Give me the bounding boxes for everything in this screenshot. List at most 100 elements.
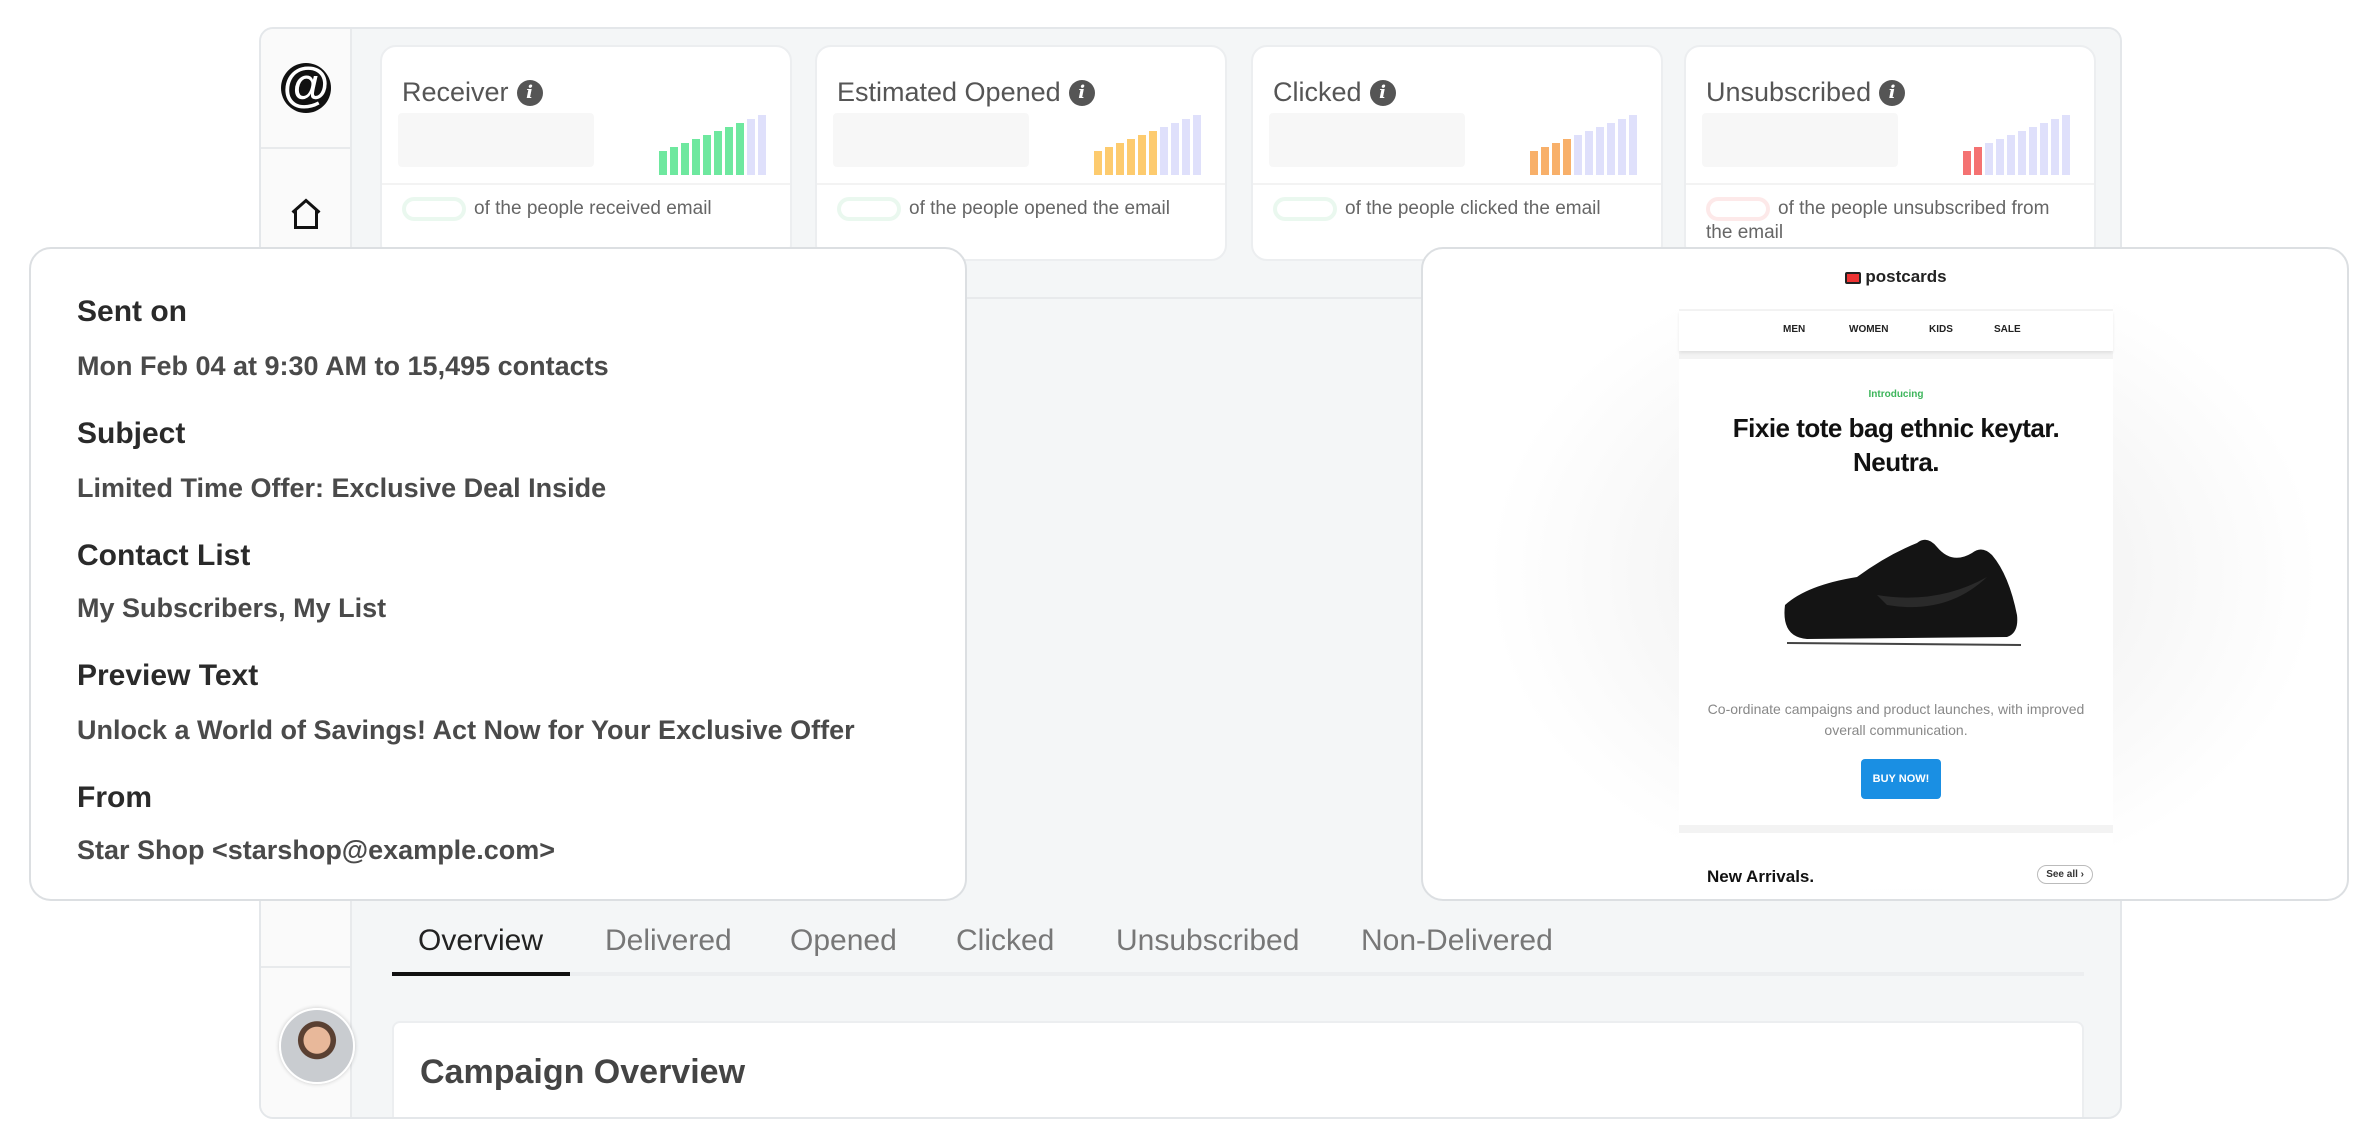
tab-opened[interactable]: Opened (790, 924, 897, 958)
new-arrivals-section: New Arrivals. See all › (1679, 833, 2113, 889)
bar (2062, 115, 2070, 175)
stat-caption-text: of the people opened the email (909, 198, 1170, 220)
bar (1105, 147, 1113, 175)
email-header: postcards (1679, 249, 2113, 309)
divider (261, 966, 352, 968)
bar (692, 139, 700, 175)
bar (1974, 147, 1982, 175)
intro-label: Introducing (1868, 389, 1924, 400)
postcard-icon (1845, 271, 1862, 284)
buy-now-button[interactable]: BUY NOW! (1861, 759, 1941, 799)
stat-title: Receiver i (402, 77, 543, 108)
stat-title: Estimated Opened i (837, 77, 1095, 108)
info-icon[interactable]: i (1369, 79, 1396, 106)
bar (2007, 135, 2015, 175)
stat-value-placeholder (1702, 113, 1898, 167)
campaign-details-panel: Sent on Mon Feb 04 at 9:30 AM to 15,495 … (29, 247, 967, 901)
bar (1629, 115, 1637, 175)
stat-title: Unsubscribed i (1706, 77, 1906, 108)
stat-title-text: Receiver (402, 77, 509, 107)
divider (1253, 183, 1661, 185)
tab-non-delivered[interactable]: Non-Delivered (1361, 924, 1553, 958)
email-hero: Introducing Fixie tote bag ethnic keytar… (1679, 359, 2113, 825)
bar (1182, 119, 1190, 175)
stat-percent-pill (402, 197, 466, 221)
info-icon[interactable]: i (1068, 79, 1095, 106)
info-icon[interactable]: i (516, 79, 543, 106)
nav-men[interactable]: MEN (1783, 324, 1805, 335)
bar (1171, 123, 1179, 175)
tab-overview[interactable]: Overview (418, 924, 543, 958)
see-all-button[interactable]: See all › (2037, 865, 2093, 884)
bar (2029, 127, 2037, 175)
stat-title-text: Unsubscribed (1706, 77, 1872, 107)
bar (1149, 131, 1157, 175)
section-title: Campaign Overview (420, 1053, 746, 1091)
preview-text-value: Unlock a World of Savings! Act Now for Y… (77, 715, 855, 745)
stat-value-placeholder (398, 113, 594, 167)
brand-name: postcards (1865, 267, 1947, 286)
stat-card-clicked[interactable]: Clicked i of the people clicked the email (1251, 45, 1663, 261)
bar (2040, 123, 2048, 175)
preview-text-label: Preview Text (77, 659, 259, 692)
stat-percent-pill (1273, 197, 1337, 221)
stat-caption-text: of the people received email (474, 198, 712, 220)
stat-percent-pill (1706, 197, 1770, 221)
shoe-image (1784, 539, 2022, 646)
headline: Fixie tote bag ethnic keytar. Neutra. (1732, 413, 2060, 477)
stat-caption: of the people opened the email (837, 197, 1211, 221)
bar (1160, 127, 1168, 175)
nav-women[interactable]: WOMEN (1849, 324, 1888, 335)
bar (1127, 139, 1135, 175)
bar (1596, 127, 1604, 175)
bar (659, 151, 667, 175)
stat-bars (1963, 115, 2070, 175)
divider (817, 183, 1225, 185)
bar (1138, 135, 1146, 175)
bar (736, 123, 744, 175)
from-label: From (77, 781, 152, 814)
bar (681, 143, 689, 175)
brand-logo: postcards (1679, 267, 2113, 287)
user-avatar[interactable] (279, 1008, 355, 1084)
stat-title: Clicked i (1273, 77, 1396, 108)
bar (1193, 115, 1201, 175)
stat-caption-text: of the people clicked the email (1345, 198, 1601, 220)
bar (714, 131, 722, 175)
sent-on-value: Mon Feb 04 at 9:30 AM to 15,495 contacts (77, 351, 609, 381)
tab-unsubscribed[interactable]: Unsubscribed (1116, 924, 1299, 958)
bar (1574, 135, 1582, 175)
divider (382, 183, 790, 185)
section-title: New Arrivals. (1707, 867, 1815, 886)
bar (1585, 131, 1593, 175)
home-icon[interactable] (288, 196, 324, 232)
stat-caption: of the people unsubscribed from the emai… (1706, 197, 2080, 245)
nav-kids[interactable]: KIDS (1929, 324, 1953, 335)
bar (1963, 151, 1971, 175)
bar (2018, 131, 2026, 175)
bar (725, 127, 733, 175)
bar (670, 147, 678, 175)
stat-card-receiver[interactable]: Receiver i of the people received email (380, 45, 792, 261)
contact-list-label: Contact List (77, 539, 251, 572)
info-icon[interactable]: i (1879, 79, 1906, 106)
bar (703, 135, 711, 175)
tab-bar: Overview Delivered Opened Clicked Unsubs… (392, 914, 2084, 976)
bar (758, 115, 766, 175)
tab-delivered[interactable]: Delivered (605, 924, 732, 958)
subject-label: Subject (77, 417, 186, 450)
bar (1618, 119, 1626, 175)
stat-card-estimated-opened[interactable]: Estimated Opened i of the people opened t… (815, 45, 1227, 261)
stat-value-placeholder (833, 113, 1029, 167)
nav-sale[interactable]: SALE (1994, 324, 2021, 335)
app-logo[interactable]: @ (281, 62, 331, 113)
email-preview: postcards MEN WOMEN KIDS SALE Introducin… (1679, 249, 2113, 889)
stat-percent-pill (837, 197, 901, 221)
tab-clicked[interactable]: Clicked (956, 924, 1054, 958)
email-nav: MEN WOMEN KIDS SALE (1679, 311, 2113, 351)
bar (1996, 139, 2004, 175)
stat-card-unsubscribed[interactable]: Unsubscribed i of the people unsubscribed… (1684, 45, 2096, 261)
body-text: Co-ordinate campaigns and product launch… (1707, 701, 2085, 738)
subject-value: Limited Time Offer: Exclusive Deal Insid… (77, 473, 607, 503)
stat-value-placeholder (1269, 113, 1465, 167)
